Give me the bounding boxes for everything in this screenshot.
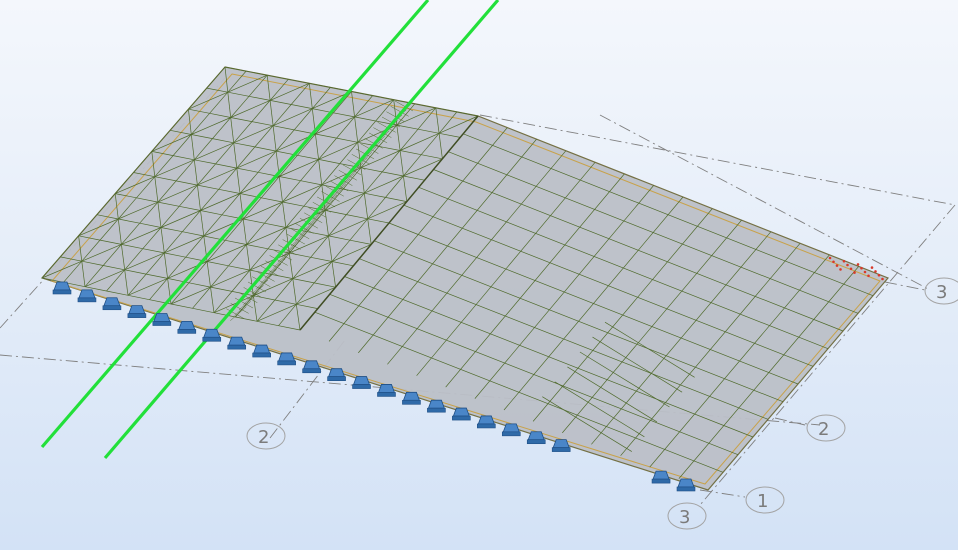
mesh-node xyxy=(835,264,839,267)
grid-label-3-right[interactable]: 3 xyxy=(924,277,958,305)
3d-model-viewport[interactable]: 3 2 2 1 3 xyxy=(0,0,958,550)
grid-label-2-left[interactable]: 2 xyxy=(246,422,286,450)
grid-label-2-right[interactable]: 2 xyxy=(806,414,846,442)
mesh-node xyxy=(867,274,870,278)
grid-label-text: 3 xyxy=(936,282,947,303)
model-canvas[interactable]: 3 2 2 1 3 xyxy=(0,0,958,550)
mesh-node xyxy=(877,273,881,277)
grid-label-3-bottom[interactable]: 3 xyxy=(667,502,707,530)
grid-line xyxy=(699,489,746,498)
grid-label-text: 1 xyxy=(757,491,768,512)
mesh-node xyxy=(828,256,832,260)
mesh-node xyxy=(853,271,856,274)
mesh-node xyxy=(832,260,835,264)
mesh-node xyxy=(860,266,863,270)
mesh-node xyxy=(856,263,860,266)
mesh-node xyxy=(846,263,849,267)
grid-label-1[interactable]: 1 xyxy=(745,486,785,514)
grid-label-text: 2 xyxy=(818,419,829,440)
grid-line xyxy=(884,281,926,291)
mesh-node xyxy=(849,267,853,271)
mesh-node xyxy=(874,270,877,273)
grid-line xyxy=(774,417,806,426)
mesh-node xyxy=(839,268,842,271)
mesh-node xyxy=(870,266,874,269)
grid-label-text: 2 xyxy=(258,427,269,448)
grid-label-text: 3 xyxy=(679,507,690,528)
mesh-node xyxy=(842,259,846,263)
mesh-node xyxy=(881,277,884,281)
mesh-node xyxy=(863,270,867,274)
